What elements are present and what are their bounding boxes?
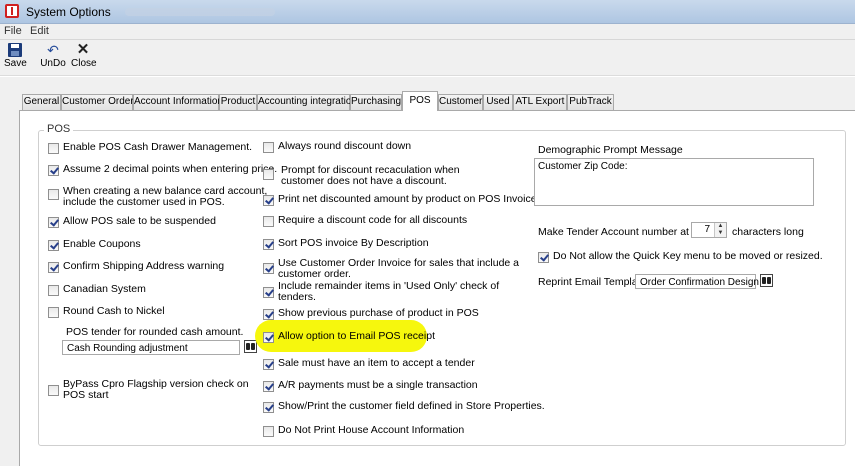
save-button[interactable]: Save (4, 43, 27, 69)
checkbox-label: Confirm Shipping Address warning (63, 260, 225, 272)
checkbox-box (263, 216, 274, 227)
menu-file[interactable]: File (4, 25, 22, 37)
title-bar: System Options (0, 0, 855, 24)
binoculars-icon[interactable] (760, 274, 773, 287)
spinner-arrows[interactable]: ▲ ▼ (714, 223, 726, 237)
tab-purchasing[interactable]: Purchasing (350, 94, 402, 110)
pos-tender-field[interactable]: Cash Rounding adjustment (62, 340, 240, 355)
checkbox-label: Canadian System (63, 283, 146, 295)
undo-label: UnDo (40, 58, 66, 69)
checkbox-label-line2: customer order. (278, 268, 351, 280)
checkbox-label-line2: include the customer used in POS. (63, 196, 225, 208)
toolbar: Save ↶ UnDo ✕ Close (0, 40, 855, 76)
checkbox-label: Show/Print the customer field defined in… (278, 400, 545, 412)
checkbox-label: Enable POS Cash Drawer Management. (63, 141, 253, 153)
app-icon (5, 4, 19, 18)
blurred-title-text (125, 8, 275, 16)
checkbox-box (263, 169, 274, 180)
window-title: System Options (26, 5, 111, 19)
floppy-disk-icon (8, 43, 22, 57)
checkbox-label: Show previous purchase of product in POS (278, 307, 479, 319)
checkbox-box (48, 385, 59, 396)
tender-length-suffix: characters long (732, 226, 804, 238)
reprint-email-label: Reprint Email Template (538, 276, 647, 288)
tender-length-prefix: Make Tender Account number at least (538, 226, 715, 238)
close-label: Close (71, 58, 97, 69)
checkbox-label: Round Cash to Nickel (63, 305, 165, 317)
checkbox-box (263, 381, 274, 392)
checkbox-label: Assume 2 decimal points when entering pr… (63, 163, 278, 175)
menu-edit[interactable]: Edit (30, 25, 49, 37)
checkbox-box (48, 217, 59, 228)
checkbox-box (263, 263, 274, 274)
tab-pos[interactable]: POS (402, 91, 438, 111)
tender-length-spinner[interactable]: 7 ▲ ▼ (691, 222, 727, 238)
checkbox-box (48, 189, 59, 200)
pos-tender-label: POS tender for rounded cash amount. (66, 326, 244, 338)
checkbox-label: Print net discounted amount by product o… (278, 193, 537, 205)
checkbox-box (48, 262, 59, 273)
tab-customer[interactable]: Customer (438, 94, 483, 110)
checkbox-label: Sort POS invoice By Description (278, 237, 429, 249)
close-button[interactable]: ✕ Close (71, 41, 97, 69)
checkbox-box (48, 165, 59, 176)
checkbox-box (263, 332, 274, 343)
close-icon: ✕ (76, 41, 90, 58)
checkbox-label: Sale must have an item to accept a tende… (278, 357, 475, 369)
checkbox-label: Do Not Print House Account Information (278, 424, 465, 436)
save-label: Save (4, 58, 27, 69)
tab-accounting-integration[interactable]: Accounting integration (257, 94, 357, 110)
checkbox-box (48, 143, 59, 154)
checkbox-label: Do Not allow the Quick Key menu to be mo… (553, 250, 823, 262)
checkbox-box (48, 307, 59, 318)
checkbox-label: Allow option to Email POS receipt (278, 330, 435, 342)
menu-bar: File Edit (0, 24, 855, 40)
checkbox-box (263, 195, 274, 206)
checkbox-box (263, 287, 274, 298)
checkbox-box (263, 309, 274, 320)
reprint-email-field[interactable]: Order Confirmation Design (635, 274, 759, 289)
tab-used[interactable]: Used (483, 94, 513, 110)
checkbox-label-line2: tenders. (278, 291, 316, 303)
undo-button[interactable]: ↶ UnDo (40, 43, 66, 69)
tab-product[interactable]: Product (219, 94, 257, 110)
spinner-value: 7 (704, 224, 710, 235)
checkbox-box (538, 252, 549, 263)
checkbox-label: Require a discount code for all discount… (278, 214, 468, 226)
checkbox-box (48, 285, 59, 296)
checkbox-label: Always round discount down (278, 140, 412, 152)
tab-account-information[interactable]: Account Information (133, 94, 223, 110)
checkbox-box (263, 142, 274, 153)
checkbox-label-line2: POS start (63, 389, 109, 401)
checkbox-box (263, 426, 274, 437)
demographic-label: Demographic Prompt Message (538, 144, 683, 156)
tab-general[interactable]: General (22, 94, 61, 110)
checkbox-label: Allow POS sale to be suspended (63, 215, 216, 227)
checkbox-box (263, 359, 274, 370)
checkbox-box (263, 239, 274, 250)
tab-pubtrack[interactable]: PubTrack (567, 94, 614, 110)
checkbox-label-line2: customer does not have a discount. (281, 175, 447, 187)
tab-atl-export[interactable]: ATL Export (513, 94, 567, 110)
checkbox-box (48, 240, 59, 251)
binoculars-icon[interactable] (244, 340, 257, 353)
checkbox-label: Enable Coupons (63, 238, 141, 250)
undo-icon: ↶ (47, 42, 59, 58)
group-title: POS (44, 123, 74, 135)
checkbox-box (263, 402, 274, 413)
checkbox-label: A/R payments must be a single transactio… (278, 379, 478, 391)
tab-customer-orders[interactable]: Customer Orders (61, 94, 139, 110)
demographic-textarea[interactable]: Customer Zip Code: (534, 158, 814, 206)
